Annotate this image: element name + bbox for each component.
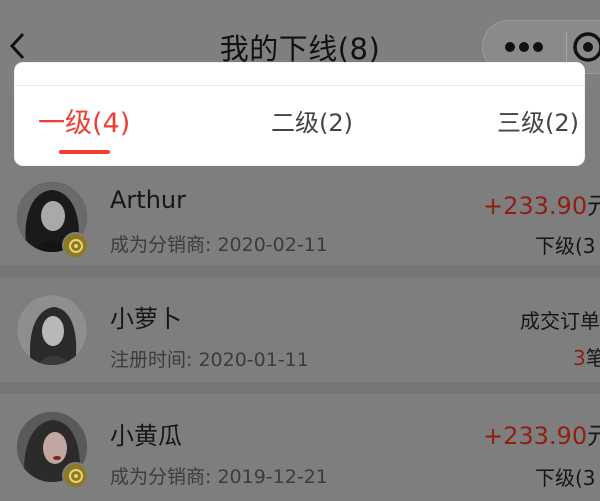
- divider: [15, 85, 584, 86]
- tab-level-1[interactable]: 一级(4): [38, 101, 130, 140]
- order-label: 成交订单: [520, 309, 600, 333]
- member-name: Arthur: [110, 186, 186, 214]
- tab-level-2[interactable]: 二级(2): [271, 103, 353, 138]
- member-date: 成为分销商: 2020-02-11: [110, 234, 328, 256]
- commission-amount: +233.90元: [483, 422, 600, 450]
- member-list: Arthur 成为分销商: 2020-02-11 +233.90元 下级(3 小…: [0, 160, 600, 499]
- member-date: 注册时间: 2020-01-11: [110, 349, 309, 371]
- member-name: 小黄瓜: [110, 422, 182, 450]
- avatar: [17, 295, 87, 365]
- list-item[interactable]: 小黄瓜 成为分销商: 2019-12-21 +233.90元 下级(3: [0, 394, 600, 499]
- subordinate-count: 下级(3: [535, 466, 596, 490]
- list-item[interactable]: Arthur 成为分销商: 2020-02-11 +233.90元 下级(3: [0, 160, 600, 265]
- divider: [0, 265, 600, 277]
- distributor-badge-icon: [62, 462, 89, 489]
- member-name: 小萝卜: [110, 305, 182, 333]
- active-tab-indicator: [59, 150, 110, 154]
- subordinate-count: 下级(3: [535, 234, 596, 258]
- tab-level-3[interactable]: 三级(2): [497, 103, 579, 138]
- commission-amount: +233.90元: [483, 192, 600, 220]
- level-tab-bar: 一级(4) 二级(2) 三级(2): [15, 63, 584, 165]
- member-date: 成为分销商: 2019-12-21: [110, 466, 328, 488]
- target-close-icon: [573, 32, 600, 62]
- order-count: 3笔: [573, 346, 600, 370]
- divider: [0, 382, 600, 394]
- list-item[interactable]: 小萝卜 注册时间: 2020-01-11 成交订单 3笔: [0, 277, 600, 382]
- distributor-badge-icon: [62, 232, 89, 259]
- more-dots-icon: [505, 42, 544, 52]
